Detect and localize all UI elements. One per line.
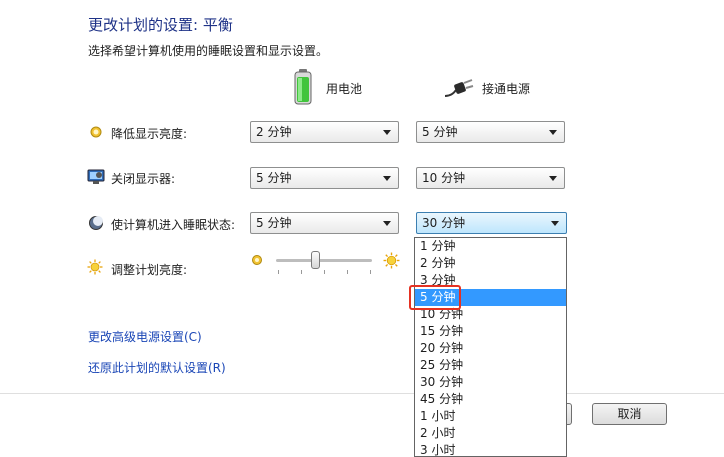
slider-tick <box>301 270 302 274</box>
dropdown-option[interactable]: 30 分钟 <box>415 374 566 391</box>
slider-tick <box>370 270 371 274</box>
brightness-slider-track[interactable] <box>276 259 372 262</box>
dim-display-plugged-value: 5 分钟 <box>422 125 458 139</box>
chevron-down-icon <box>383 221 391 226</box>
power-plug-icon <box>444 78 474 100</box>
turn-off-display-label: 关闭显示器: <box>111 172 176 186</box>
chevron-down-icon <box>383 130 391 135</box>
sun-icon <box>87 259 103 275</box>
dim-display-battery-value: 2 分钟 <box>256 125 292 139</box>
turn-off-display-battery-select[interactable]: 5 分钟 <box>250 167 399 189</box>
sleep-battery-select[interactable]: 5 分钟 <box>250 212 399 234</box>
advanced-settings-link[interactable]: 更改高级电源设置(C) <box>88 328 202 345</box>
cancel-button-label: 取消 <box>617 407 642 421</box>
turn-off-display-plugged-select[interactable]: 10 分钟 <box>416 167 565 189</box>
slider-tick <box>324 270 325 274</box>
chevron-down-icon <box>551 221 559 226</box>
dropdown-option[interactable]: 15 分钟 <box>415 323 566 340</box>
sleep-label: 使计算机进入睡眠状态: <box>111 218 236 232</box>
sleep-battery-value: 5 分钟 <box>256 216 292 230</box>
slider-tick <box>278 270 279 274</box>
dropdown-option[interactable]: 20 分钟 <box>415 340 566 357</box>
sleep-plugged-select[interactable]: 30 分钟 <box>416 212 567 234</box>
chevron-down-icon <box>549 130 557 135</box>
brightness-label: 调整计划亮度: <box>111 263 188 277</box>
cancel-button[interactable]: 取消 <box>592 403 667 425</box>
column-plugged-in: 接通电源 <box>482 82 531 96</box>
sleep-moon-icon <box>88 215 104 231</box>
turn-off-display-battery-value: 5 分钟 <box>256 171 292 185</box>
sleep-plugged-dropdown-list[interactable]: 1 分钟 2 分钟 3 分钟 5 分钟 10 分钟 15 分钟 20 分钟 25 分钟 30 分… <box>414 237 567 457</box>
sleep-plugged-value: 30 分钟 <box>422 216 466 230</box>
dim-brightness-icon <box>89 125 105 141</box>
chevron-down-icon <box>383 176 391 181</box>
column-battery: 用电池 <box>326 82 363 96</box>
dropdown-option[interactable]: 1 小时 <box>415 408 566 425</box>
monitor-icon <box>87 169 105 185</box>
slider-tick <box>347 270 348 274</box>
page-subtitle: 选择希望计算机使用的睡眠设置和显示设置。 <box>88 44 329 58</box>
dim-display-battery-select[interactable]: 2 分钟 <box>250 121 399 143</box>
page-title: 更改计划的设置: 平衡 <box>88 16 233 34</box>
turn-off-display-plugged-value: 10 分钟 <box>422 171 466 185</box>
selected-option-highlight-box <box>409 285 461 310</box>
dropdown-option[interactable]: 1 分钟 <box>415 238 566 255</box>
battery-icon <box>292 68 314 106</box>
chevron-down-icon <box>549 176 557 181</box>
dropdown-option[interactable]: 45 分钟 <box>415 391 566 408</box>
dim-brightness-icon <box>251 254 263 269</box>
dropdown-option[interactable]: 2 小时 <box>415 425 566 442</box>
dim-display-label: 降低显示亮度: <box>111 127 188 141</box>
brightness-slider-thumb[interactable] <box>311 251 320 269</box>
dropdown-option[interactable]: 25 分钟 <box>415 357 566 374</box>
dim-display-plugged-select[interactable]: 5 分钟 <box>416 121 565 143</box>
bright-sun-icon <box>383 252 400 272</box>
dropdown-option[interactable]: 3 小时 <box>415 442 566 456</box>
footer-divider <box>0 393 724 394</box>
restore-defaults-link[interactable]: 还原此计划的默认设置(R) <box>88 359 226 376</box>
dropdown-option[interactable]: 2 分钟 <box>415 255 566 272</box>
